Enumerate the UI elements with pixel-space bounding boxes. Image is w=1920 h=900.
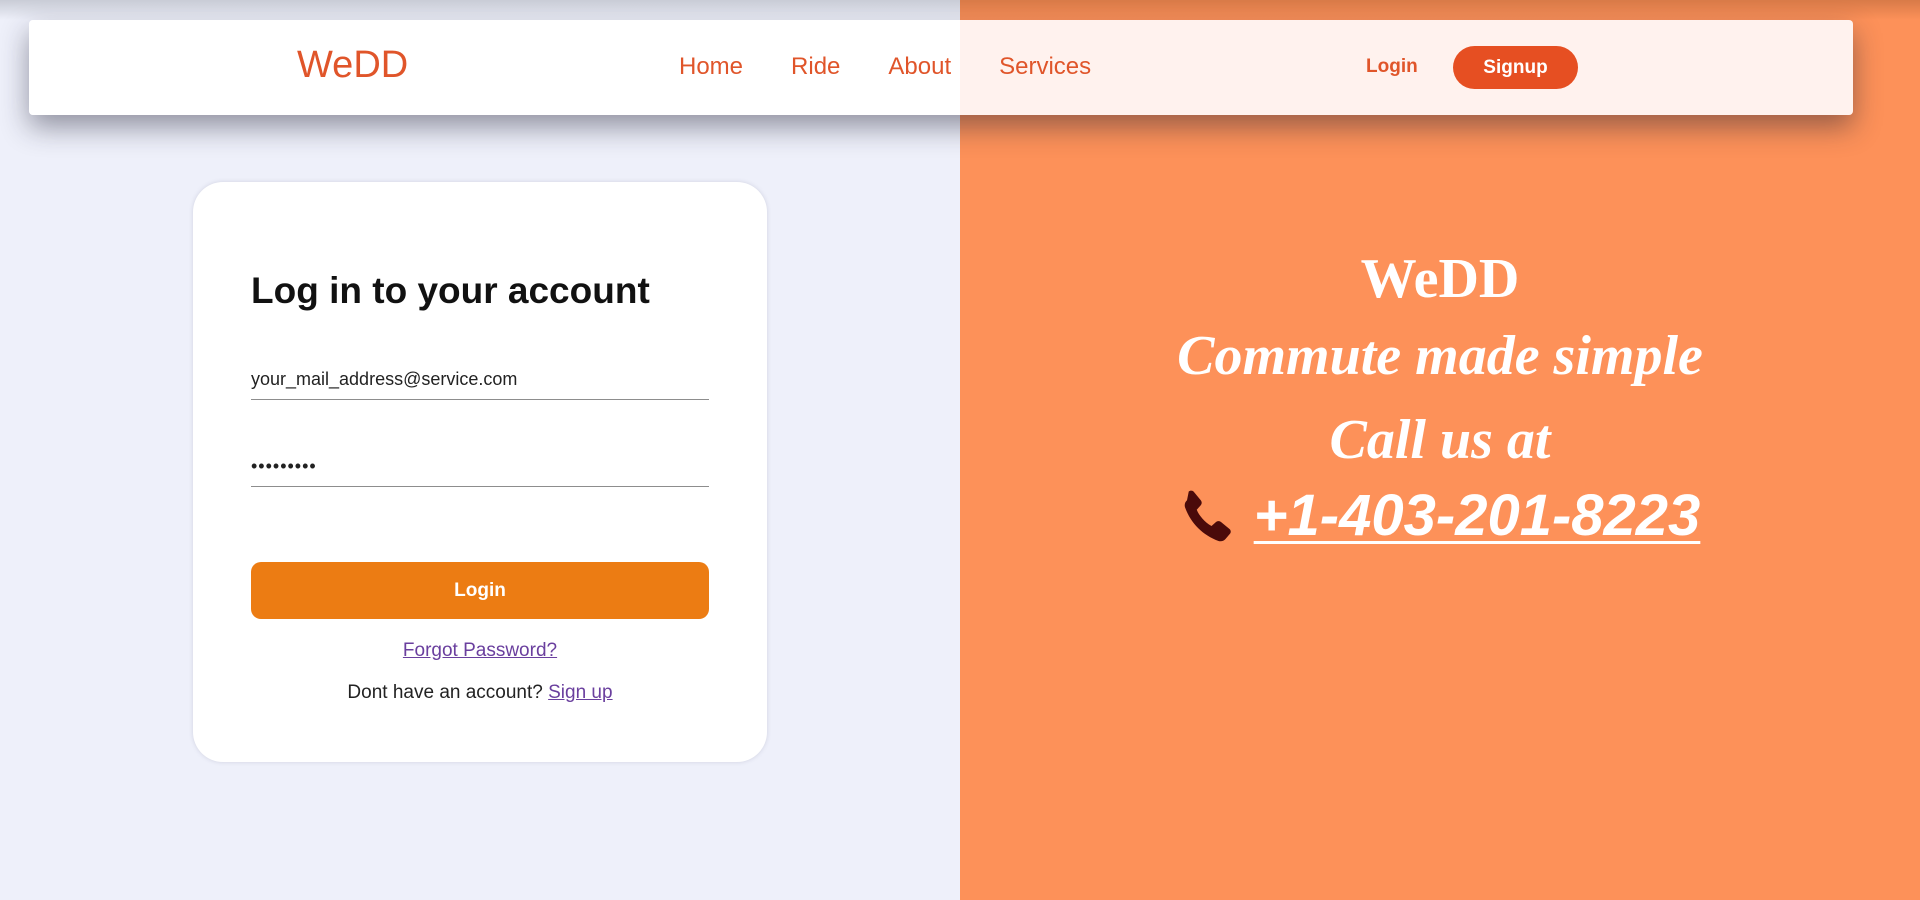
nav-login-link[interactable]: Login xyxy=(1366,56,1418,78)
password-field[interactable] xyxy=(251,446,709,487)
hero-call-text: Call us at xyxy=(1329,409,1551,471)
signup-prompt: Dont have an account? Sign up xyxy=(193,682,767,704)
hero-tagline: Commute made simple xyxy=(1177,325,1703,387)
login-card: Log in to your account Login Forgot Pass… xyxy=(193,182,767,762)
nav-signup-button[interactable]: Signup xyxy=(1453,46,1578,89)
no-account-text: Dont have an account? xyxy=(347,682,543,703)
nav-link-about[interactable]: About xyxy=(888,53,951,81)
forgot-password-row: Forgot Password? xyxy=(193,640,767,662)
login-button[interactable]: Login xyxy=(251,562,709,619)
nav-links: Home Ride About Services xyxy=(679,53,1091,81)
nav-link-ride[interactable]: Ride xyxy=(791,53,840,81)
brand-logo[interactable]: WeDD xyxy=(297,44,408,87)
nav-link-services[interactable]: Services xyxy=(999,53,1091,81)
phone-number-link[interactable]: +1-403-201-8223 xyxy=(1254,482,1701,549)
nav-link-home[interactable]: Home xyxy=(679,53,743,81)
navbar: WeDD Home Ride About Services Login Sign… xyxy=(29,20,1853,115)
email-field[interactable] xyxy=(251,359,709,400)
forgot-password-link[interactable]: Forgot Password? xyxy=(403,640,557,661)
hero-brand: WeDD xyxy=(1360,248,1520,310)
phone-icon xyxy=(1180,486,1240,546)
hero-phone-row: +1-403-201-8223 xyxy=(960,482,1920,549)
hero-text: WeDD Commute made simple Call us at +1-4… xyxy=(960,244,1920,549)
login-title: Log in to your account xyxy=(251,270,650,311)
signup-link[interactable]: Sign up xyxy=(548,682,612,703)
page: WeDD Home Ride About Services Login Sign… xyxy=(0,0,1920,900)
